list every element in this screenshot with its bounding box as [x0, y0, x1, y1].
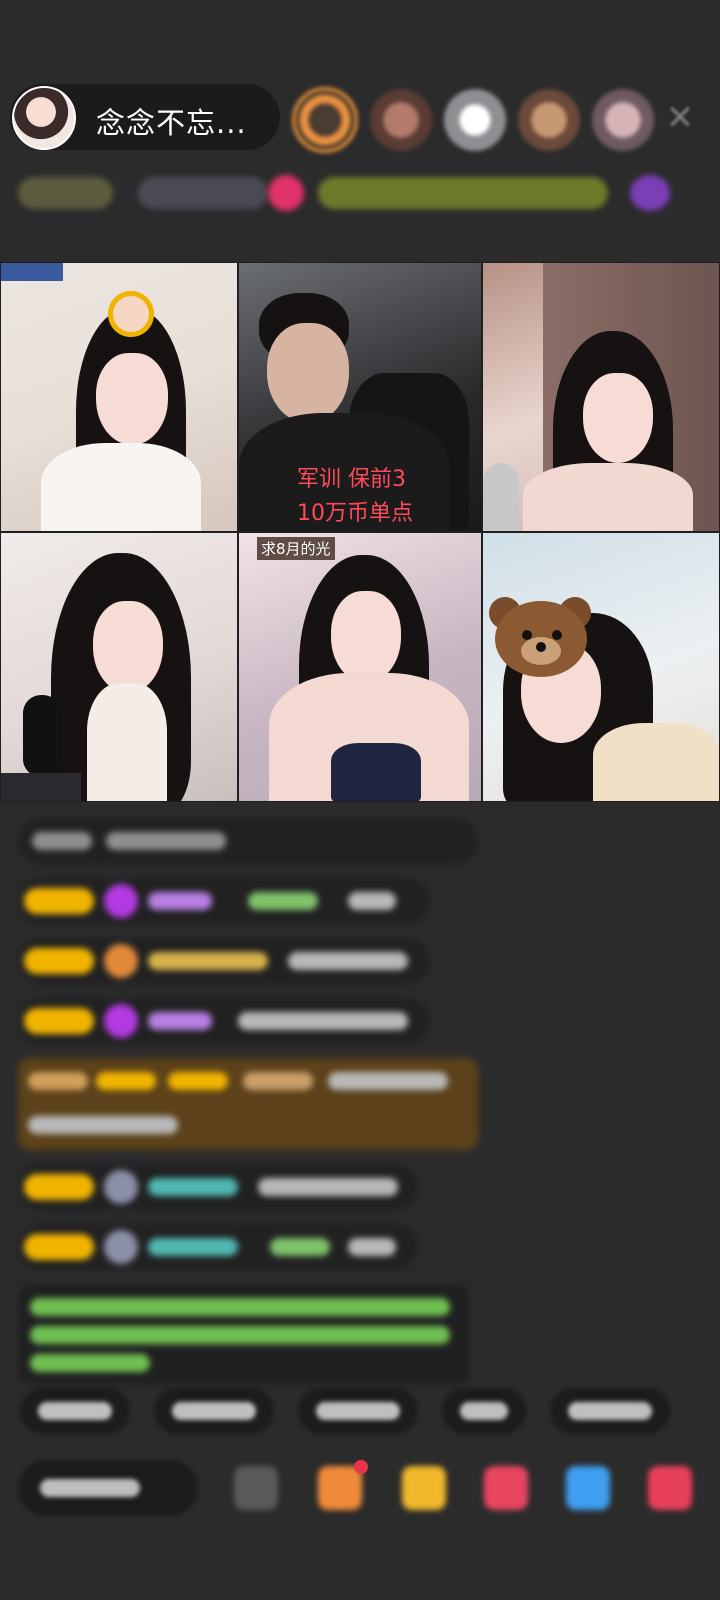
chat-message [18, 878, 430, 924]
host-name: 念念不忘... [96, 106, 247, 140]
emoji-icon[interactable] [234, 1466, 278, 1510]
level-badge [24, 888, 94, 914]
room-header: 念念不忘... ✕ [10, 84, 710, 156]
video-cell[interactable] [482, 262, 720, 532]
video-cell[interactable]: 求8月的光 [238, 532, 482, 802]
chat-message [18, 818, 478, 864]
system-notice [18, 1284, 470, 1384]
diamond-icon [104, 884, 138, 918]
host-info-pill[interactable]: 念念不忘... [10, 84, 280, 150]
chat-message [18, 1164, 418, 1210]
headband-effect [99, 291, 163, 337]
level-badge [24, 1234, 94, 1260]
microphone-icon [483, 463, 519, 531]
fan-club-icon[interactable] [318, 1466, 362, 1510]
gift-icon[interactable] [268, 175, 304, 211]
quick-reply-chip[interactable] [154, 1388, 274, 1434]
bottom-toolbar [18, 1458, 702, 1518]
game-icon[interactable] [566, 1466, 610, 1510]
quick-reply-chips [20, 1388, 670, 1434]
chat-message [18, 938, 430, 984]
host-avatar[interactable] [12, 86, 76, 150]
more-icon[interactable] [648, 1466, 692, 1510]
level-badge [24, 1008, 94, 1034]
chat-message-list [18, 818, 488, 1398]
quick-reply-chip[interactable] [298, 1388, 418, 1434]
viewer-avatar[interactable] [292, 87, 358, 153]
close-icon[interactable]: ✕ [660, 98, 700, 138]
viewer-avatar[interactable] [518, 89, 580, 151]
quick-reply-chip[interactable] [550, 1388, 670, 1434]
viewer-avatar-list [292, 84, 654, 156]
avatar [104, 1170, 138, 1204]
room-info-bar [18, 170, 690, 216]
video-cell[interactable] [0, 262, 238, 532]
multi-guest-video-grid: 军训 保前3 10万币单点 求8月的光 [0, 262, 720, 802]
badge-icon [104, 944, 138, 978]
microphone-icon [23, 695, 61, 777]
quick-reply-chip[interactable] [442, 1388, 526, 1434]
diamond-icon [104, 1004, 138, 1038]
info-badge[interactable] [138, 177, 268, 209]
level-badge [24, 948, 94, 974]
avatar [104, 1230, 138, 1264]
video-cell[interactable] [482, 532, 720, 802]
viewer-avatar[interactable] [370, 89, 432, 151]
level-badge [24, 1174, 94, 1200]
notification-dot [354, 1460, 368, 1474]
quick-reply-chip[interactable] [20, 1388, 130, 1434]
video-tag: 求8月的光 [257, 537, 335, 560]
chat-message-highlight [18, 1058, 478, 1150]
chat-message [18, 998, 430, 1044]
gift-icon[interactable] [402, 1466, 446, 1510]
viewer-avatar[interactable] [444, 89, 506, 151]
lucky-bag-icon[interactable] [484, 1466, 528, 1510]
chat-input[interactable] [18, 1460, 198, 1516]
badge-icon[interactable] [630, 175, 670, 211]
video-overlay-text: 军训 保前3 10万币单点 [297, 467, 413, 526]
info-badge[interactable] [18, 177, 113, 209]
video-cell[interactable]: 军训 保前3 10万币单点 [238, 262, 482, 532]
info-badge[interactable] [318, 177, 608, 209]
viewer-avatar[interactable] [592, 89, 654, 151]
chat-message [18, 1224, 418, 1270]
video-cell[interactable] [0, 532, 238, 802]
tag-icon [1, 263, 63, 281]
bear-sticker-icon [489, 597, 591, 677]
